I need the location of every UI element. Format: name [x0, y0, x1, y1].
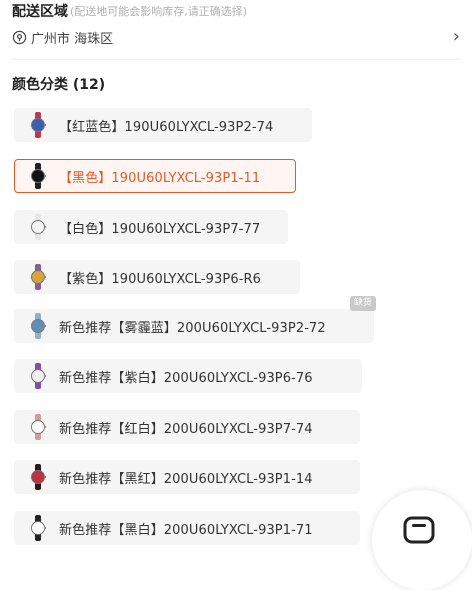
color-variant-label: 新色推荐【黑红】200U60LYXCL-93P1-14	[59, 471, 313, 487]
watch-thumbnail-icon	[31, 214, 46, 240]
color-variant-option[interactable]: 新色推荐【黑红】200U60LYXCL-93P1-14	[14, 460, 360, 494]
color-variant-label: 【白色】190U60LYXCL-93P7-77	[59, 221, 261, 237]
color-variant-label: 新色推荐【紫白】200U60LYXCL-93P6-76	[59, 370, 313, 386]
watch-thumbnail-icon	[31, 464, 46, 490]
divider	[12, 59, 460, 60]
color-variant-option[interactable]: 新色推荐【黑白】200U60LYXCL-93P1-71	[14, 511, 360, 545]
watch-thumbnail-icon	[31, 264, 46, 290]
color-variant-label: 新色推荐【雾霾蓝】200U60LYXCL-93P2-72	[59, 320, 326, 336]
color-variant-option[interactable]: 新色推荐【雾霾蓝】200U60LYXCL-93P2-72	[14, 309, 374, 343]
color-variant-option[interactable]: 【红蓝色】190U60LYXCL-93P2-74	[14, 108, 312, 142]
color-variant-option[interactable]: 【白色】190U60LYXCL-93P7-77	[14, 210, 288, 244]
watch-thumbnail-icon	[31, 112, 46, 138]
watch-thumbnail-icon	[31, 515, 46, 541]
watch-thumbnail-icon	[31, 414, 46, 440]
watch-thumbnail-icon	[31, 363, 46, 389]
address-selector[interactable]: 广州市 海珠区 ›	[12, 24, 460, 50]
out-of-stock-badge: 缺货	[350, 296, 377, 311]
color-variant-label: 新色推荐【黑白】200U60LYXCL-93P1-71	[59, 522, 313, 538]
watch-thumbnail-icon	[31, 313, 46, 339]
color-variant-option[interactable]: 【黑色】190U60LYXCL-93P1-11	[14, 159, 296, 193]
location-pin-icon	[12, 30, 27, 44]
chevron-right-icon[interactable]: ›	[453, 28, 460, 46]
color-variant-option[interactable]: 新色推荐【红白】200U60LYXCL-93P7-74	[14, 410, 360, 444]
watch-thumbnail-icon	[31, 163, 46, 189]
region-hint: (配送地可能会影响库存,请正确选择)	[70, 5, 248, 18]
floating-button[interactable]	[372, 490, 472, 590]
watch-outline-icon	[403, 516, 435, 544]
color-category-heading: 颜色分类 (12)	[12, 77, 106, 93]
address-text: 广州市 海珠区	[31, 31, 114, 47]
region-header: 配送区域 (配送地可能会影响库存,请正确选择)	[12, 0, 247, 22]
color-variant-option[interactable]: 新色推荐【紫白】200U60LYXCL-93P6-76	[14, 359, 362, 393]
region-title: 配送区域	[12, 4, 68, 20]
color-variant-label: 【紫色】190U60LYXCL-93P6-R6	[59, 271, 262, 287]
color-variant-option[interactable]: 【紫色】190U60LYXCL-93P6-R6	[14, 260, 300, 294]
color-variant-label: 【红蓝色】190U60LYXCL-93P2-74	[59, 119, 274, 135]
color-variant-label: 新色推荐【红白】200U60LYXCL-93P7-74	[59, 421, 313, 437]
color-variant-label: 【黑色】190U60LYXCL-93P1-11	[59, 170, 261, 186]
